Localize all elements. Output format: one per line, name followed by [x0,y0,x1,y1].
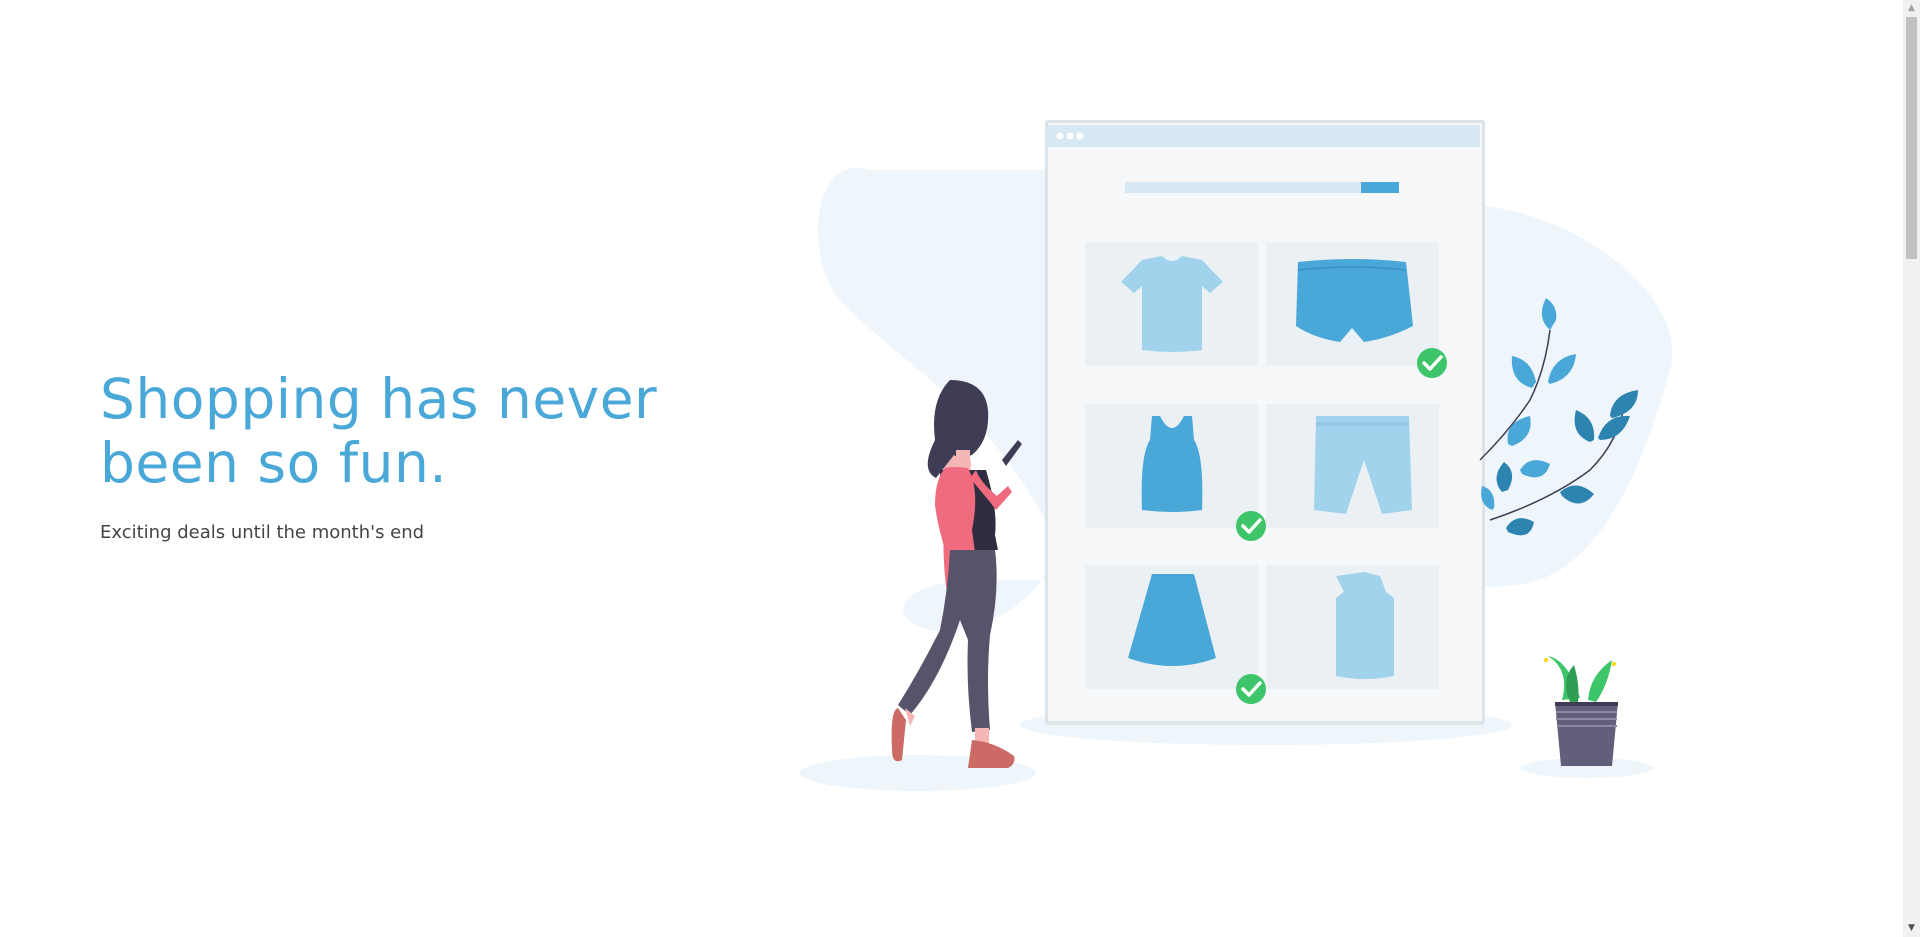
window-dot [1076,132,1084,140]
scroll-down-icon[interactable]: ▼ [1903,920,1920,937]
window-dot [1056,132,1064,140]
scrollbar-thumb[interactable] [1906,17,1917,259]
search-bar [1125,182,1399,193]
check-badge-icon [1417,348,1447,378]
window-dot [1066,132,1074,140]
check-badge-icon [1236,674,1266,704]
scroll-up-icon[interactable]: ▲ [1903,0,1920,17]
check-badge-icon [1236,511,1266,541]
potted-plant-illustration [1544,656,1618,766]
shoe [968,740,1015,768]
hero-illustration [800,120,1673,791]
browser-window [1045,120,1485,725]
hero-headline: Shopping has never been so fun. [100,367,658,495]
vertical-scrollbar[interactable]: ▲ ▼ [1903,0,1920,937]
shoe [891,708,906,762]
shorts-icon [1296,259,1413,342]
landing-page: Shopping has never been so fun. Exciting… [0,0,1920,937]
hero-subheadline: Exciting deals until the month's end [100,522,425,543]
